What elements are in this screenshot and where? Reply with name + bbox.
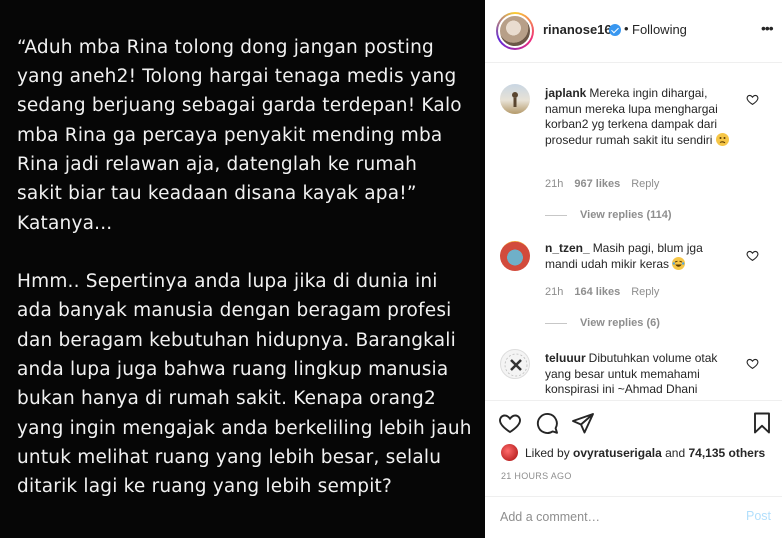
comment-bubble-icon[interactable] bbox=[535, 411, 559, 435]
comment-avatar[interactable] bbox=[500, 349, 530, 379]
reply-divider bbox=[545, 214, 567, 216]
liked-by-text: Liked by ovyratuserigala and 74,135 othe… bbox=[525, 446, 765, 460]
reply-button[interactable]: Reply bbox=[631, 286, 659, 298]
like-comment-heart-icon[interactable] bbox=[746, 357, 759, 370]
post-text-line: yang ingin mengajak anda berkeliling leb… bbox=[17, 418, 472, 439]
post-text-line: ada banyak manusia dengan beragam profes… bbox=[17, 300, 452, 321]
confused-face-emoji-icon bbox=[715, 132, 729, 146]
save-bookmark-icon[interactable] bbox=[750, 411, 774, 435]
comment-avatar[interactable] bbox=[500, 84, 530, 114]
comment-body: japlank Mereka ingin dihargai, namun mere… bbox=[545, 86, 737, 148]
post-text-line: ditarik lagi ke ruang yang lebih sempit? bbox=[17, 476, 393, 497]
post-text-line: mba Rina ga percaya penyakit mending mba bbox=[17, 125, 443, 146]
share-paper-plane-icon[interactable] bbox=[571, 411, 595, 435]
post-text-line: bukan hanya di rumah sakit. Kenapa orang… bbox=[17, 388, 436, 409]
comment-meta: 21h 967 likes Reply bbox=[545, 178, 670, 190]
comment-username[interactable]: n_tzen_ bbox=[545, 241, 590, 255]
post-text-line: Katanya... bbox=[17, 213, 113, 234]
post-header: rinanose16 • Following ••• bbox=[485, 0, 782, 63]
post-text-line: sedang berjuang sebagai garda terdepan! … bbox=[17, 95, 462, 116]
liked-by-prefix: Liked by bbox=[525, 446, 570, 460]
liked-by-username[interactable]: ovyratuserigala bbox=[573, 446, 662, 460]
post-text-line: dan beragam kebutuhan hidupnya. Barangka… bbox=[17, 330, 456, 351]
laughing-face-emoji-icon bbox=[672, 256, 686, 270]
view-replies-label: View replies (6) bbox=[580, 317, 660, 329]
comment-meta: 21h 164 likes Reply bbox=[545, 286, 670, 298]
liked-by-avatar[interactable] bbox=[501, 444, 518, 461]
logo-x-icon bbox=[504, 353, 528, 377]
comment-avatar[interactable] bbox=[500, 241, 530, 271]
post-text-line: Hmm.. Sepertinya anda lupa jika di dunia… bbox=[17, 271, 438, 292]
avatar[interactable] bbox=[496, 12, 534, 50]
add-comment-bar: Post bbox=[485, 496, 782, 538]
comment-likes[interactable]: 967 likes bbox=[574, 178, 620, 190]
reply-button[interactable]: Reply bbox=[631, 178, 659, 190]
following-button[interactable]: Following bbox=[632, 22, 687, 37]
post-image[interactable]: “Aduh mba Rina tolong dong jangan postin… bbox=[0, 0, 485, 538]
like-heart-icon[interactable] bbox=[498, 411, 522, 435]
verified-badge-icon bbox=[609, 24, 621, 36]
post-comment-button[interactable]: Post bbox=[746, 509, 771, 523]
likes-count-link[interactable]: 74,135 others bbox=[688, 446, 765, 460]
post-text-line: untuk melihat ruang yang lebih besar, se… bbox=[17, 447, 442, 468]
reply-divider bbox=[545, 322, 567, 324]
more-options-icon[interactable]: ••• bbox=[761, 20, 774, 36]
post-text-line: yang aneh2! Tolong hargai tenaga medis y… bbox=[17, 66, 457, 87]
avatar-image bbox=[498, 14, 532, 48]
liked-by-and: and bbox=[665, 446, 686, 460]
view-replies-label: View replies (114) bbox=[580, 209, 672, 221]
post-text-line: anda lupa juga bahwa ruang lingkup manus… bbox=[17, 359, 449, 380]
post-text-line: sakit biar tau keadaan disana kayak apa!… bbox=[17, 183, 417, 204]
post-text-line: Rina jadi relawan aja, datenglah ke ruma… bbox=[17, 154, 418, 175]
comments-list[interactable]: japlank Mereka ingin dihargai, namun mere… bbox=[485, 64, 782, 400]
comment-time: 21h bbox=[545, 286, 564, 298]
like-comment-heart-icon[interactable] bbox=[746, 93, 759, 106]
comment-body: n_tzen_ Masih pagi, blum jga mandi udah m… bbox=[545, 241, 737, 272]
comment-username[interactable]: japlank bbox=[545, 86, 586, 100]
view-replies-button[interactable]: View replies (6) bbox=[545, 317, 660, 329]
like-comment-heart-icon[interactable] bbox=[746, 249, 759, 262]
comment-likes[interactable]: 164 likes bbox=[574, 286, 620, 298]
post-timestamp[interactable]: 21 HOURS AGO bbox=[501, 471, 572, 481]
header-username-link[interactable]: rinanose16 bbox=[543, 22, 612, 37]
comment-time: 21h bbox=[545, 178, 564, 190]
view-replies-button[interactable]: View replies (114) bbox=[545, 209, 672, 221]
header-separator: • bbox=[624, 21, 629, 36]
person-silhouette-icon bbox=[512, 92, 518, 107]
post-text-line: “Aduh mba Rina tolong dong jangan postin… bbox=[17, 37, 434, 58]
comment-body: teluuur Dibutuhkan volume otak yang besar… bbox=[545, 351, 737, 398]
post-side-panel: rinanose16 • Following ••• japlank Mereka… bbox=[485, 0, 782, 538]
comment-input[interactable] bbox=[500, 508, 730, 526]
comment-username[interactable]: teluuur bbox=[545, 351, 586, 365]
